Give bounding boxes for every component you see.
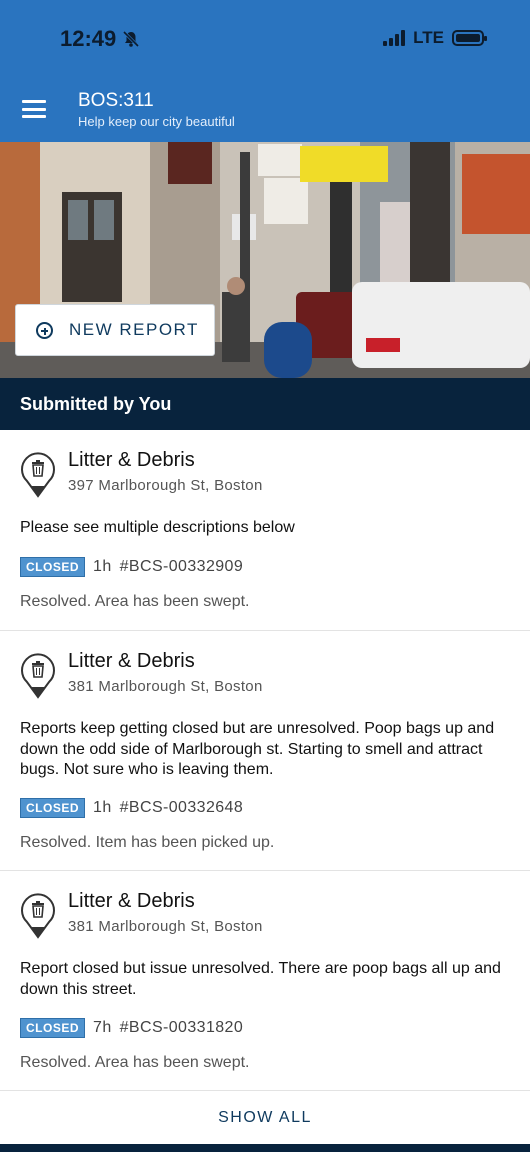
- resolution-note: Resolved. Area has been swept.: [20, 1054, 250, 1071]
- status-badge: CLOSED: [20, 1018, 86, 1038]
- trash-pin-icon: [21, 893, 55, 939]
- reports-list: Litter & Debris 397 Marlborough St, Bost…: [0, 430, 530, 1091]
- report-meta: CLOSED 1h #BCS-00332648: [20, 798, 243, 818]
- status-bar: 12:49 LTE: [0, 0, 530, 80]
- bottom-bar: [0, 1144, 530, 1152]
- status-indicators: LTE: [383, 28, 487, 48]
- report-category: Litter & Debris: [68, 650, 195, 672]
- report-age: 1h: [93, 558, 112, 575]
- report-description: Reports keep getting closed but are unre…: [20, 720, 495, 778]
- status-badge: CLOSED: [20, 557, 86, 577]
- resolution-note: Resolved. Area has been swept.: [20, 593, 250, 610]
- report-description: Report closed but issue unresolved. Ther…: [20, 960, 501, 998]
- report-category: Litter & Debris: [68, 449, 195, 471]
- app-bar: BOS:311 Help keep our city beautiful: [0, 80, 530, 142]
- report-age: 7h: [93, 1019, 112, 1036]
- case-id: #BCS-00332648: [119, 799, 244, 816]
- report-address: 381 Marlborough St, Boston: [68, 918, 263, 935]
- resolution-note: Resolved. Item has been picked up.: [20, 834, 275, 851]
- report-meta: CLOSED 7h #BCS-00331820: [20, 1018, 243, 1038]
- show-all-button[interactable]: SHOW ALL: [0, 1092, 530, 1144]
- report-category: Litter & Debris: [68, 890, 195, 912]
- new-report-label: NEW REPORT: [69, 320, 199, 339]
- battery-icon: [452, 30, 487, 46]
- report-address: 397 Marlborough St, Boston: [68, 477, 263, 494]
- case-id: #BCS-00332909: [119, 558, 244, 575]
- report-card[interactable]: Litter & Debris 381 Marlborough St, Bost…: [0, 871, 530, 1091]
- report-description: Please see multiple descriptions below: [20, 519, 295, 536]
- report-address: 381 Marlborough St, Boston: [68, 678, 263, 695]
- report-age: 1h: [93, 799, 112, 816]
- app-title: BOS:311: [78, 90, 154, 111]
- report-card[interactable]: Litter & Debris 397 Marlborough St, Bost…: [0, 430, 530, 631]
- section-title: Submitted by You: [0, 378, 530, 430]
- bell-slash-icon: [123, 30, 140, 48]
- plus-circle-icon: [36, 321, 53, 339]
- signal-bars-icon: [383, 30, 406, 46]
- status-time: 12:49: [60, 26, 140, 52]
- network-type: LTE: [413, 28, 444, 47]
- report-meta: CLOSED 1h #BCS-00332909: [20, 557, 243, 577]
- clock: 12:49: [60, 26, 117, 51]
- report-card[interactable]: Litter & Debris 381 Marlborough St, Bost…: [0, 631, 530, 871]
- status-badge: CLOSED: [20, 798, 86, 818]
- trash-pin-icon: [21, 452, 55, 498]
- app-subtitle: Help keep our city beautiful: [78, 114, 235, 129]
- case-id: #BCS-00331820: [119, 1019, 244, 1036]
- new-report-button[interactable]: NEW REPORT: [15, 304, 215, 356]
- trash-pin-icon: [21, 653, 55, 699]
- menu-icon[interactable]: [22, 100, 46, 118]
